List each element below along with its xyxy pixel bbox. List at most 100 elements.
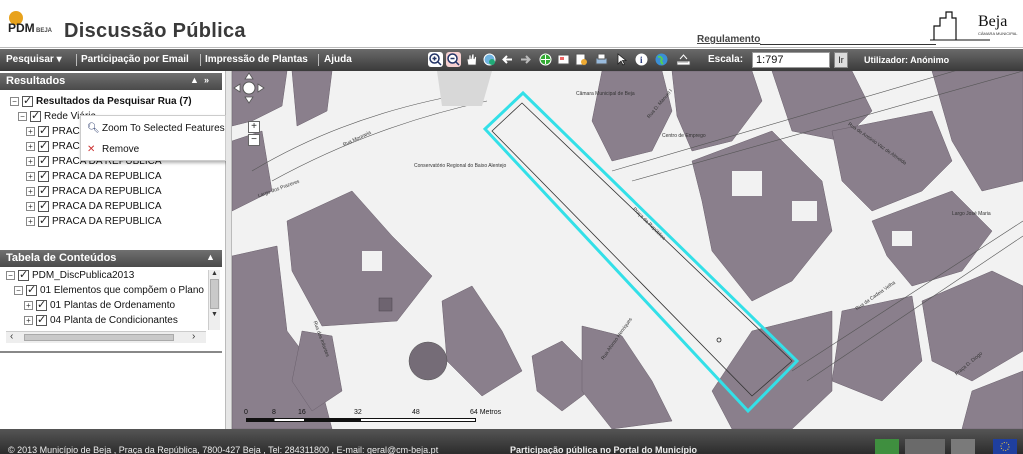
result-checkbox[interactable]: [38, 184, 49, 197]
scroll-down-icon[interactable]: ▼: [209, 311, 220, 318]
query-icon[interactable]: [574, 52, 589, 67]
tree-expand-icon[interactable]: +: [26, 217, 35, 226]
info-icon[interactable]: i: [634, 52, 649, 67]
zoom-out-icon[interactable]: [446, 52, 461, 67]
globe-refresh-icon[interactable]: [482, 52, 497, 67]
toc-root-checkbox[interactable]: [18, 268, 29, 281]
context-menu: 🔍︎ Zoom To Selected Features ✕ Remove: [80, 115, 226, 161]
toc-layer-item[interactable]: +01 Plantas de Ordenamento: [24, 298, 175, 311]
arrow-forward-icon[interactable]: [518, 52, 533, 67]
select-icon[interactable]: [614, 52, 629, 67]
scale-label: Escala:: [708, 54, 744, 65]
footer-copyright: © 2013 Município de Beja , Praça da Repú…: [8, 445, 439, 454]
map-canvas[interactable]: [232, 71, 1023, 429]
menu-divider: [200, 54, 201, 66]
result-checkbox[interactable]: [38, 124, 49, 137]
layers-icon[interactable]: [556, 52, 571, 67]
chevron-down-icon: ▾: [56, 54, 62, 65]
pdm-logo: PDM BEJA: [8, 11, 53, 35]
arrow-back-icon[interactable]: [500, 52, 515, 67]
result-item[interactable]: +PRACA DA REPUBLICA: [26, 214, 161, 227]
toc-layer-item[interactable]: +04 Planta de Condicionantes: [24, 313, 178, 326]
scalebar-tick: 32: [354, 409, 362, 416]
map-label: Centro de Emprego: [662, 133, 706, 139]
toc-layer-checkbox[interactable]: [36, 313, 47, 326]
map-zoom-in-button[interactable]: +: [248, 121, 260, 133]
results-group-checkbox[interactable]: [30, 109, 41, 122]
result-item[interactable]: +PRACA: [26, 139, 86, 152]
remove-menu-item[interactable]: ✕ Remove: [87, 144, 139, 155]
menu-ajuda[interactable]: Ajuda: [324, 54, 352, 65]
scroll-thumb[interactable]: [210, 279, 219, 309]
result-checkbox[interactable]: [38, 169, 49, 182]
tree-expand-icon[interactable]: +: [24, 316, 33, 325]
scroll-up-icon[interactable]: ▲: [209, 270, 220, 277]
tree-expand-icon[interactable]: +: [26, 172, 35, 181]
toc-horizontal-scrollbar[interactable]: ‹ ›: [6, 331, 206, 343]
scroll-right-icon[interactable]: ›: [192, 331, 195, 342]
tree-collapse-icon[interactable]: −: [6, 271, 15, 280]
footer-portal-link[interactable]: Participação pública no Portal do Municí…: [510, 445, 697, 454]
plaza-area: [437, 71, 492, 106]
results-root-checkbox[interactable]: [22, 94, 33, 107]
measure-icon[interactable]: [676, 52, 691, 67]
tree-expand-icon[interactable]: +: [24, 301, 33, 310]
result-checkbox[interactable]: [38, 199, 49, 212]
toc-layer-checkbox[interactable]: [36, 298, 47, 311]
collapse-icon[interactable]: ▲: [206, 252, 215, 262]
menu-participacao-email[interactable]: Participação por Email: [81, 54, 189, 65]
map-view[interactable]: Câmara Municipal de Beja Rua D. Manuel I…: [232, 71, 1023, 429]
pan-navigation-control[interactable]: [232, 71, 266, 105]
menu-divider: [318, 54, 319, 66]
svg-text:BEJA: BEJA: [36, 28, 53, 34]
result-item[interactable]: +PRACA: [26, 124, 86, 137]
tree-expand-icon[interactable]: +: [26, 127, 35, 136]
page-title: Discussão Pública: [64, 20, 246, 42]
toc-panel-title: Tabela de Conteúdos: [6, 252, 117, 264]
full-extent-icon[interactable]: [538, 52, 553, 67]
result-checkbox[interactable]: [38, 154, 49, 167]
result-item[interactable]: +PRACA DA REPUBLICA: [26, 169, 161, 182]
menu-impressao-plantas[interactable]: Impressão de Plantas: [205, 54, 308, 65]
footer-funding-logos: [875, 439, 1017, 454]
tree-collapse-icon[interactable]: −: [14, 286, 23, 295]
tree-collapse-icon[interactable]: −: [18, 112, 27, 121]
scroll-left-icon[interactable]: ‹: [10, 331, 13, 342]
tree-expand-icon[interactable]: +: [26, 142, 35, 151]
menu-pesquisar[interactable]: Pesquisar ▾: [6, 54, 62, 65]
collapse-icon[interactable]: ▲: [190, 75, 199, 85]
footer: © 2013 Município de Beja , Praça da Repú…: [0, 429, 1023, 454]
tree-collapse-icon[interactable]: −: [10, 97, 19, 106]
world-icon[interactable]: [654, 52, 669, 67]
toc-group-node[interactable]: −01 Elementos que compõem o Plano: [14, 283, 204, 296]
building-blocks: [232, 71, 1023, 429]
toc-group-checkbox[interactable]: [26, 283, 37, 296]
scroll-thumb[interactable]: [24, 334, 174, 341]
result-item[interactable]: +PRACA DA REPUBLICA: [26, 199, 161, 212]
results-root-node[interactable]: −Resultados da Pesquisar Rua (7): [10, 94, 192, 107]
zoom-in-icon[interactable]: [428, 52, 443, 67]
scalebar-bar: [246, 418, 476, 422]
result-checkbox[interactable]: [38, 139, 49, 152]
regulamento-link[interactable]: Regulamento: [697, 34, 760, 45]
toc-vertical-scrollbar[interactable]: ▲ ▼: [208, 270, 220, 330]
tree-expand-icon[interactable]: +: [26, 157, 35, 166]
map-label: Largo José Maria: [952, 211, 991, 217]
scale-input[interactable]: [752, 52, 830, 68]
toc-panel-bottom-border: [0, 351, 222, 353]
zoom-to-selected-menu-item[interactable]: 🔍︎ Zoom To Selected Features: [87, 123, 225, 134]
tree-expand-icon[interactable]: +: [26, 187, 35, 196]
expand-right-icon[interactable]: »: [204, 75, 209, 85]
app-root: PDM BEJA Discussão Pública Regulamento B…: [0, 0, 1023, 454]
map-zoom-out-button[interactable]: −: [248, 134, 260, 146]
toc-root-node[interactable]: −PDM_DiscPublica2013: [6, 268, 134, 281]
tree-expand-icon[interactable]: +: [26, 202, 35, 211]
scalebar-tick: 0: [244, 409, 248, 416]
result-item[interactable]: +PRACA DA REPUBLICA: [26, 184, 161, 197]
scale-go-button[interactable]: Ir: [834, 52, 848, 68]
pan-hand-icon[interactable]: [464, 52, 479, 67]
result-checkbox[interactable]: [38, 214, 49, 227]
results-panel-header: Resultados ▲ »: [0, 73, 222, 90]
small-building: [378, 297, 393, 312]
print-icon[interactable]: [594, 52, 609, 67]
